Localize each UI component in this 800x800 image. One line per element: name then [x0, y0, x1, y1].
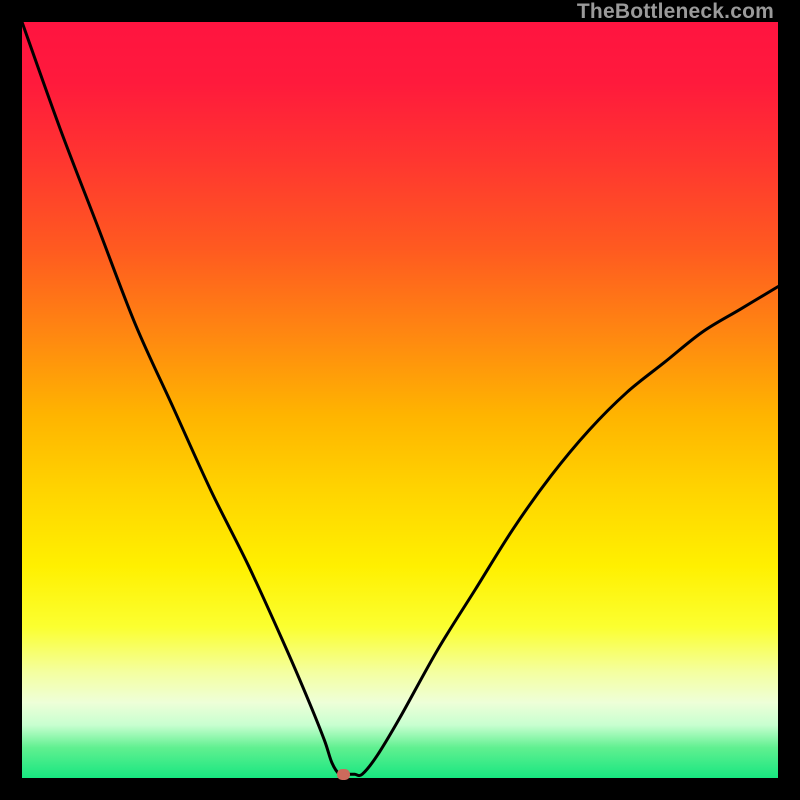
- curve-layer: [22, 22, 778, 778]
- watermark-text: TheBottleneck.com: [577, 0, 774, 24]
- bottleneck-curve: [22, 22, 778, 776]
- chart-frame: TheBottleneck.com: [0, 0, 800, 800]
- optimal-point-marker: [337, 769, 350, 780]
